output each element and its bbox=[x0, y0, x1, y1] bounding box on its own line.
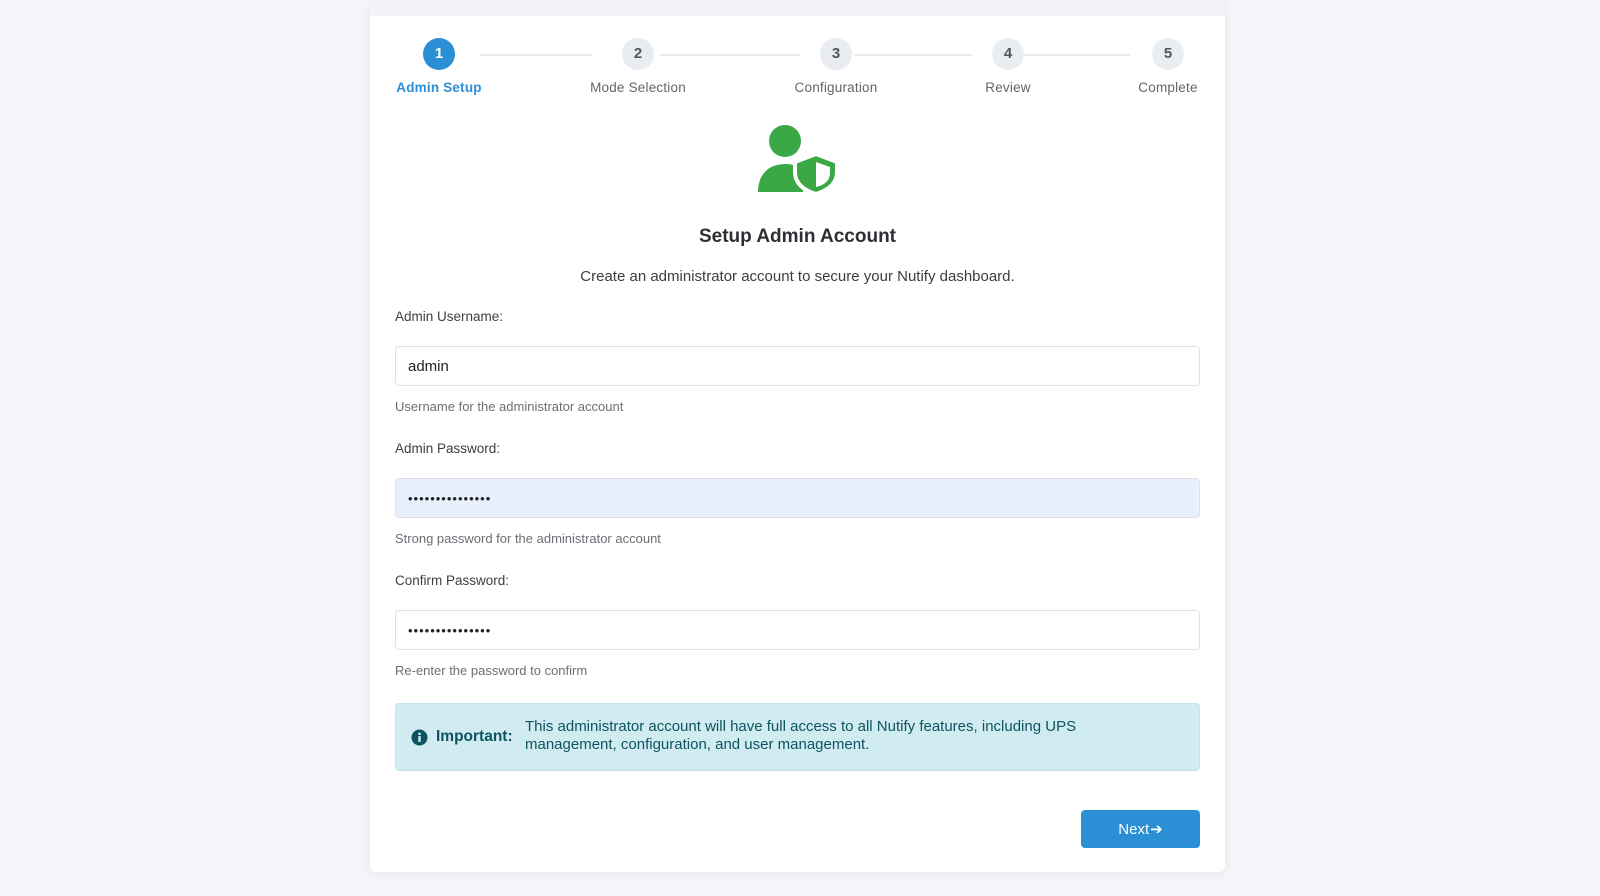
step-mode-selection[interactable]: 2 Mode Selection bbox=[568, 38, 708, 95]
page-subtitle: Create an administrator account to secur… bbox=[580, 268, 1015, 285]
confirm-password-label: Confirm Password: bbox=[395, 573, 510, 588]
card-top-strip bbox=[370, 0, 1225, 16]
user-shield-icon bbox=[753, 124, 841, 197]
username-hint: Username for the administrator account bbox=[395, 399, 624, 414]
step-number: 2 bbox=[622, 38, 654, 70]
alert-text: This administrator account will have ful… bbox=[525, 718, 1077, 753]
step-number: 5 bbox=[1152, 38, 1184, 70]
step-admin-setup[interactable]: 1 Admin Setup bbox=[369, 38, 509, 95]
info-circle-icon bbox=[411, 729, 428, 746]
step-review[interactable]: 4 Review bbox=[938, 38, 1078, 95]
step-label: Configuration bbox=[794, 80, 878, 95]
step-label: Review bbox=[985, 80, 1031, 95]
password-hint: Strong password for the administrator ac… bbox=[395, 531, 661, 546]
password-input[interactable] bbox=[395, 478, 1200, 518]
password-label: Admin Password: bbox=[395, 441, 501, 456]
page-title: Setup Admin Account bbox=[698, 226, 897, 247]
username-label: Admin Username: bbox=[395, 309, 504, 324]
username-input[interactable] bbox=[395, 346, 1200, 386]
next-button-label: Next bbox=[1118, 821, 1150, 838]
step-number: 3 bbox=[820, 38, 852, 70]
step-label: Admin Setup bbox=[396, 80, 482, 95]
step-complete[interactable]: 5 Complete bbox=[1098, 38, 1238, 95]
alert-heading: Important: bbox=[436, 728, 513, 745]
confirm-password-input[interactable] bbox=[395, 610, 1200, 650]
arrow-right-icon: ➔ bbox=[1150, 821, 1163, 838]
step-label: Mode Selection bbox=[590, 80, 686, 95]
next-button[interactable]: Next➔ bbox=[1081, 810, 1200, 848]
setup-wizard-card: 1 Admin Setup 2 Mode Selection 3 Configu… bbox=[370, 0, 1225, 872]
step-number: 4 bbox=[992, 38, 1024, 70]
step-number: 1 bbox=[423, 38, 455, 70]
important-alert: Important: This administrator account wi… bbox=[395, 703, 1200, 771]
wizard-stepper: 1 Admin Setup 2 Mode Selection 3 Configu… bbox=[370, 38, 1225, 108]
step-label: Complete bbox=[1138, 80, 1198, 95]
confirm-password-hint: Re-enter the password to confirm bbox=[395, 663, 588, 678]
step-configuration[interactable]: 3 Configuration bbox=[766, 38, 906, 95]
